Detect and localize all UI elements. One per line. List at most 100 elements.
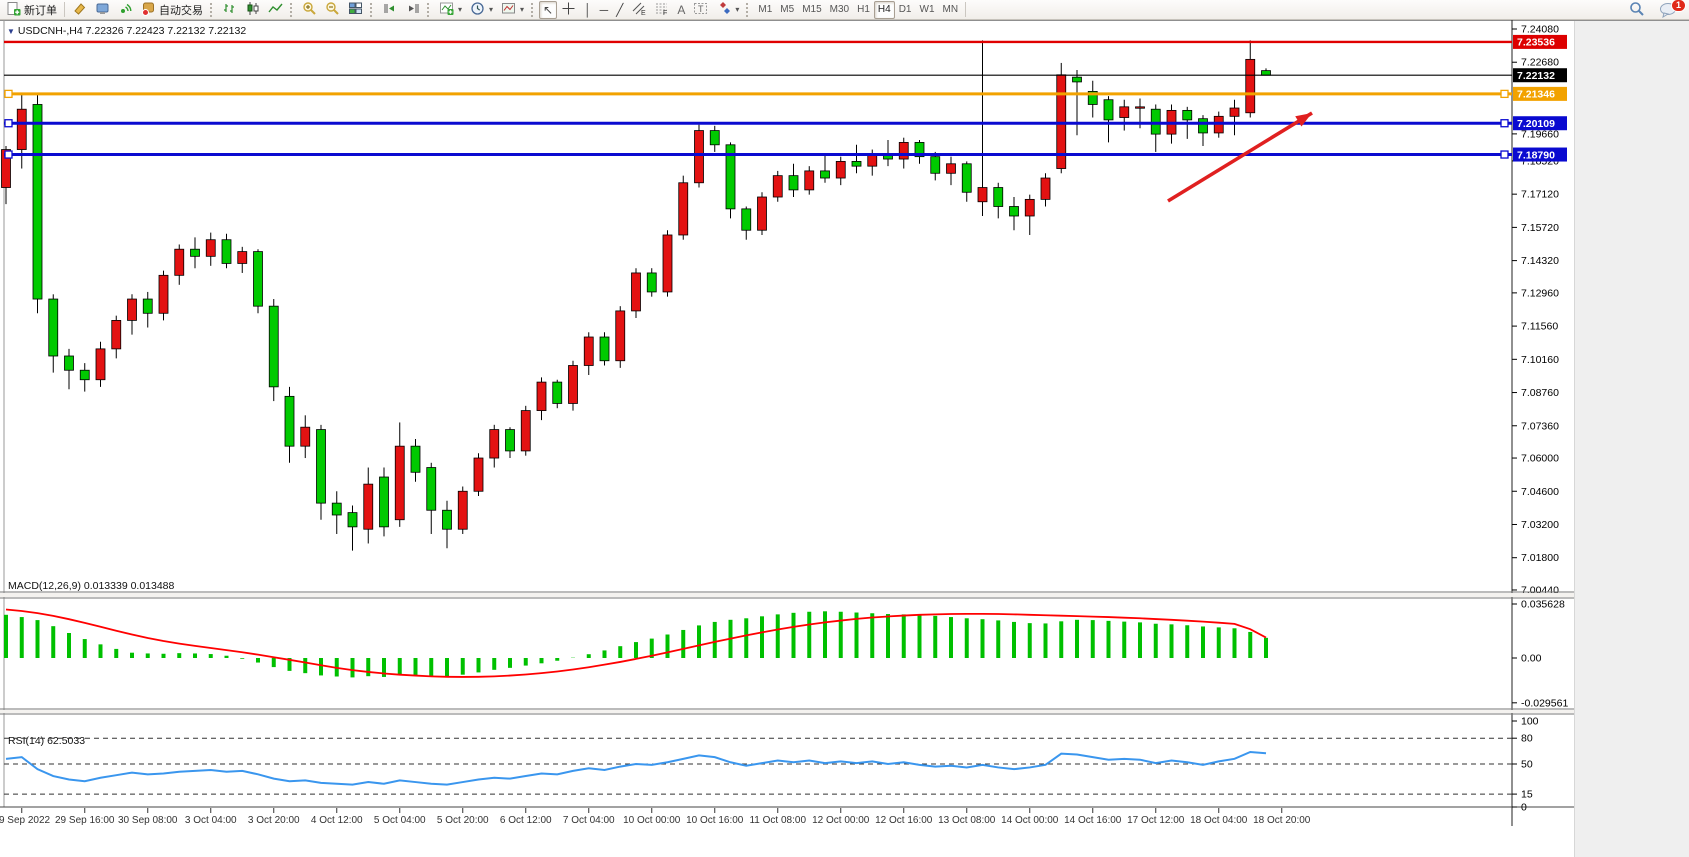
- pane-frames: [0, 2, 1574, 826]
- timeframe-label: W1: [920, 4, 935, 15]
- price-axis[interactable]: 7.240807.226807.196607.185207.171207.157…: [1512, 3, 1567, 597]
- trendline-icon: ╱: [616, 4, 623, 16]
- timeframe-label: M5: [780, 4, 794, 15]
- svg-text:29 Sep 16:00: 29 Sep 16:00: [55, 815, 115, 826]
- timeframe-h4-button[interactable]: H4: [874, 1, 895, 19]
- line-chart-icon: [268, 1, 283, 19]
- trend-arrow-annotation[interactable]: [1168, 113, 1312, 201]
- timeframe-m1-button[interactable]: M1: [754, 1, 776, 19]
- dropdown-caret: ▾: [489, 5, 493, 14]
- periods-button[interactable]: ▾: [466, 1, 497, 19]
- new-order-label: 新订单: [24, 2, 57, 18]
- search-button[interactable]: [1625, 1, 1649, 19]
- svg-text:7.21346: 7.21346: [1517, 89, 1555, 101]
- trendline-tool-button[interactable]: ╱: [612, 1, 627, 19]
- svg-text:18 Oct 04:00: 18 Oct 04:00: [1190, 815, 1248, 826]
- zoom-in-button[interactable]: [298, 1, 321, 19]
- svg-text:12 Oct 00:00: 12 Oct 00:00: [812, 815, 870, 826]
- styles-button[interactable]: [68, 1, 91, 19]
- timeframe-label: H1: [857, 4, 870, 15]
- cursor-tool-button[interactable]: ↖: [539, 1, 557, 19]
- vline-tool-button[interactable]: │: [580, 1, 596, 19]
- auto-scroll-icon: [382, 1, 397, 19]
- arrows-tool-button[interactable]: ▾: [712, 1, 743, 19]
- timeframe-d1-button[interactable]: D1: [895, 1, 916, 19]
- timeframe-mn-button[interactable]: MN: [939, 1, 963, 19]
- svg-text:7.04600: 7.04600: [1521, 486, 1559, 498]
- hline-tool-button[interactable]: ─: [596, 1, 613, 19]
- timeframe-label: H4: [878, 4, 891, 15]
- svg-text:7.07360: 7.07360: [1521, 420, 1559, 432]
- macd-pane: 0.0356280.00-0.029561: [6, 598, 1568, 709]
- timeframe-m5-button[interactable]: M5: [776, 1, 798, 19]
- svg-text:0: 0: [1521, 802, 1527, 814]
- label-tool-button[interactable]: T: [689, 1, 712, 19]
- bar-chart-button[interactable]: [218, 1, 241, 19]
- pane-separators[interactable]: [0, 592, 1574, 807]
- timeframe-w1-button[interactable]: W1: [916, 1, 939, 19]
- svg-text:14 Oct 00:00: 14 Oct 00:00: [1001, 815, 1059, 826]
- toolbar: 新订单 自动交易 ▾ ▾ ▾ ↖ │ ─ ╱ E F A T ▾: [0, 0, 1689, 20]
- new-order-button[interactable]: 新订单: [2, 1, 61, 19]
- label-icon: T: [693, 1, 708, 19]
- svg-text:T: T: [698, 4, 704, 14]
- svg-text:14 Oct 16:00: 14 Oct 16:00: [1064, 815, 1122, 826]
- time-axis[interactable]: 29 Sep 202229 Sep 16:0030 Sep 08:003 Oct…: [0, 808, 1311, 826]
- autotrading-label: 自动交易: [159, 2, 203, 18]
- profiles-button[interactable]: [91, 1, 114, 19]
- tile-windows-button[interactable]: [344, 1, 367, 19]
- candle-chart-button[interactable]: [241, 1, 264, 19]
- tile-windows-icon: [348, 1, 363, 19]
- monitor-icon: [95, 1, 110, 19]
- fibonacci-tool-button[interactable]: F: [650, 1, 673, 19]
- text-tool-button[interactable]: A: [673, 1, 689, 19]
- svg-text:7.20109: 7.20109: [1517, 118, 1555, 130]
- channel-tool-button[interactable]: E: [627, 1, 650, 19]
- line-chart-button[interactable]: [264, 1, 287, 19]
- svg-text:F: F: [663, 10, 667, 16]
- svg-text:11 Oct 08:00: 11 Oct 08:00: [749, 815, 806, 826]
- autotrading-button[interactable]: 自动交易: [137, 1, 207, 19]
- svg-text:7.15720: 7.15720: [1521, 222, 1559, 234]
- horizontal-line-icon: ─: [600, 4, 609, 16]
- market-watch-button[interactable]: [114, 1, 137, 19]
- search-icon: [1629, 1, 1645, 20]
- svg-text:7.11560: 7.11560: [1521, 321, 1558, 333]
- svg-text:7.01800: 7.01800: [1521, 552, 1559, 564]
- chart-shift-button[interactable]: [401, 1, 424, 19]
- svg-text:7.08760: 7.08760: [1521, 387, 1559, 399]
- svg-text:0.035628: 0.035628: [1521, 598, 1565, 610]
- templates-button[interactable]: ▾: [497, 1, 528, 19]
- svg-text:3 Oct 20:00: 3 Oct 20:00: [248, 815, 300, 826]
- svg-text:100: 100: [1521, 716, 1539, 728]
- indicators-button[interactable]: ▾: [435, 1, 466, 19]
- svg-text:7.17120: 7.17120: [1521, 189, 1559, 201]
- timeframe-m30-button[interactable]: M30: [826, 1, 853, 19]
- timeframe-m15-button[interactable]: M15: [798, 1, 825, 19]
- svg-text:7.03200: 7.03200: [1521, 519, 1559, 531]
- timeframe-label: D1: [899, 4, 912, 15]
- timeframe-label: M1: [758, 4, 772, 15]
- zoom-out-button[interactable]: [321, 1, 344, 19]
- cursor-icon: ↖: [543, 4, 553, 16]
- svg-text:7.12960: 7.12960: [1521, 287, 1559, 299]
- timeframe-label: MN: [943, 4, 959, 15]
- notifications-button[interactable]: 1: [1655, 1, 1681, 19]
- vertical-line-icon: │: [584, 4, 592, 16]
- group-grip: [210, 3, 215, 17]
- svg-text:E: E: [641, 10, 646, 16]
- svg-text:17 Oct 12:00: 17 Oct 12:00: [1127, 815, 1185, 826]
- separator: [64, 2, 65, 17]
- dropdown-caret: ▾: [458, 5, 462, 14]
- crosshair-tool-button[interactable]: [557, 1, 580, 19]
- horizontal-line-objects[interactable]: [4, 6, 1512, 158]
- svg-text:15: 15: [1521, 789, 1533, 801]
- auto-scroll-button[interactable]: [378, 1, 401, 19]
- notification-badge: 1: [1671, 0, 1686, 12]
- svg-text:10 Oct 00:00: 10 Oct 00:00: [623, 815, 681, 826]
- price-chart-canvas[interactable]: 7.240807.226807.196607.185207.171207.157…: [0, 0, 1689, 837]
- timeframe-h1-button[interactable]: H1: [853, 1, 874, 19]
- new-order-icon: [6, 1, 21, 19]
- svg-text:7.14320: 7.14320: [1521, 255, 1559, 267]
- autotrading-icon: [141, 1, 156, 19]
